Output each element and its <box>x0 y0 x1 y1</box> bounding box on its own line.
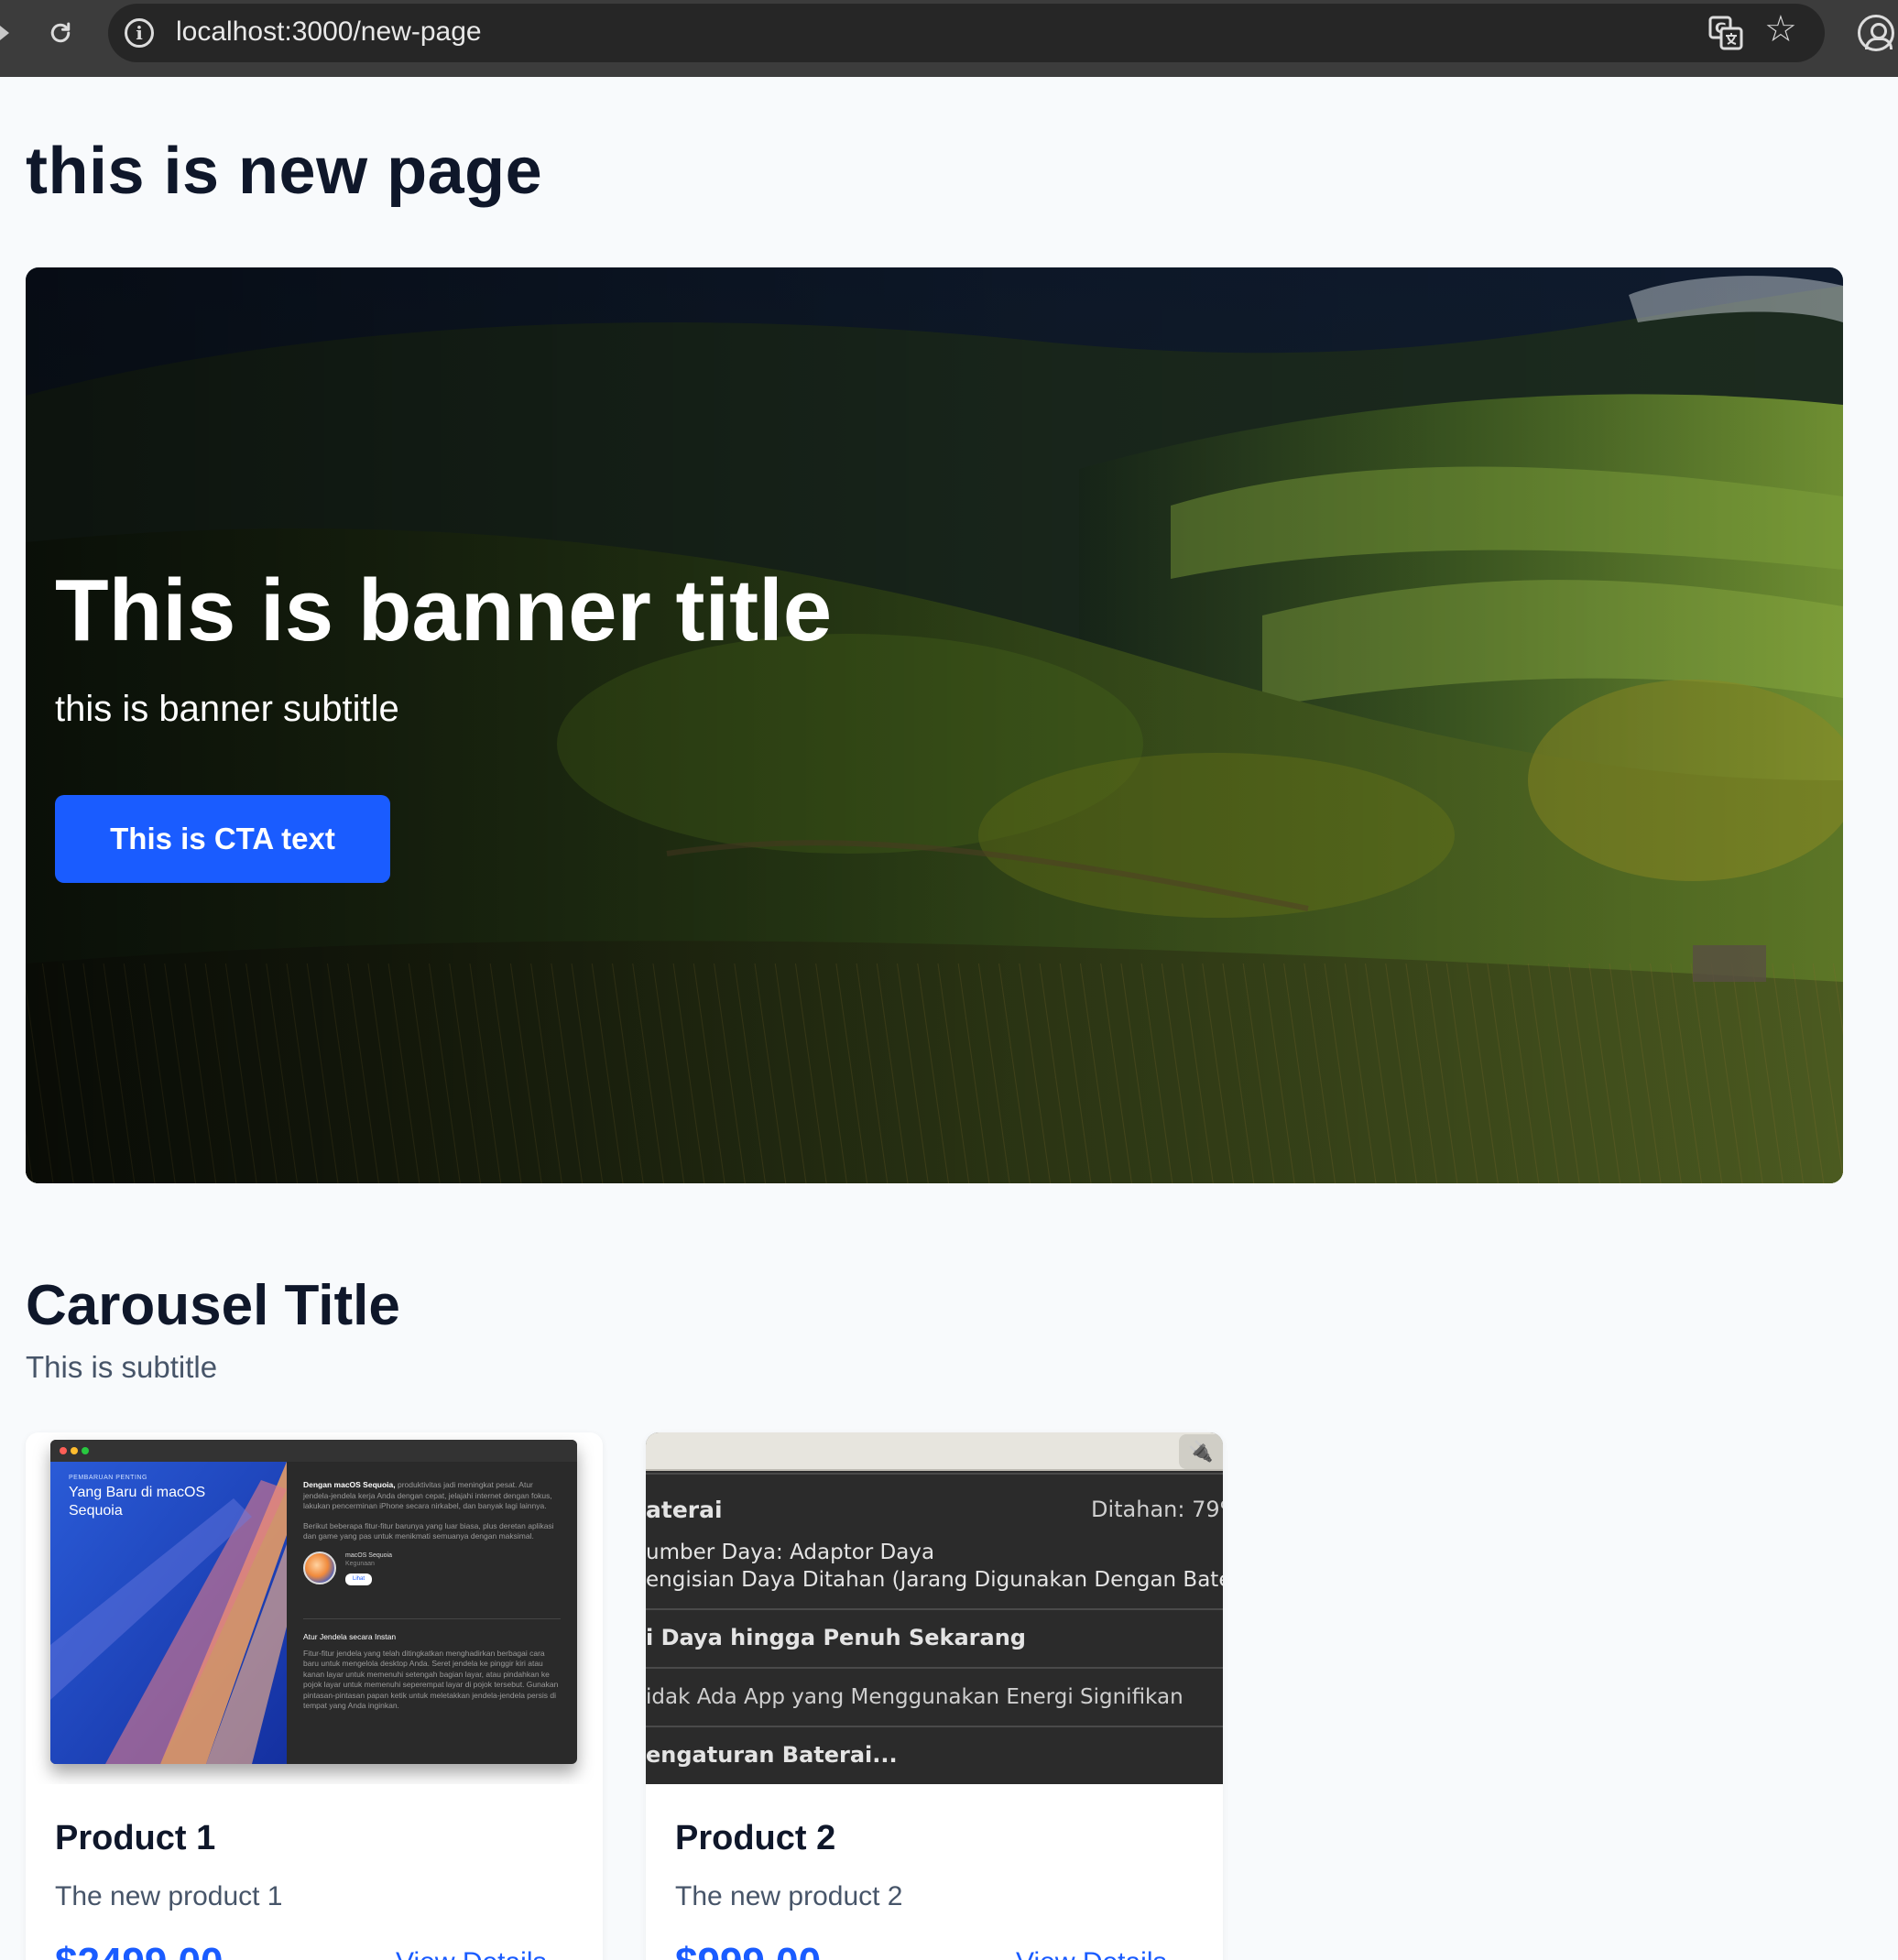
article-text: Dengan macOS Sequoia, produktivitas jadi… <box>287 1462 577 1764</box>
image-kicker: PEMBARUAN PENTING <box>69 1475 147 1481</box>
battery-label: aterai <box>646 1497 723 1523</box>
url-text[interactable]: localhost:3000/new-page <box>176 16 482 48</box>
zoom-dot-icon <box>82 1447 89 1454</box>
product-2-image: 🔌 aterai Ditahan: 79% umber Daya: Adapto… <box>646 1432 1223 1784</box>
page-title: this is new page <box>26 135 543 208</box>
app-sub: Kegunaan <box>345 1560 375 1567</box>
product-name: Product 2 <box>675 1819 836 1857</box>
section-text: Fitur-fitur jendela yang telah ditingkat… <box>303 1648 559 1711</box>
carousel-subtitle: This is subtitle <box>26 1350 218 1384</box>
product-card-1[interactable]: PEMBARUAN PENTING Yang Baru di macOS Seq… <box>26 1432 603 1960</box>
info-icon[interactable]: i <box>125 18 154 48</box>
held-label: Ditahan: 79% <box>1091 1497 1223 1522</box>
hero-banner: This is banner title this is banner subt… <box>26 267 1843 1183</box>
charge-full-line: i Daya hingga Penuh Sekarang <box>646 1625 1026 1650</box>
star-icon[interactable]: ☆ <box>1764 11 1797 48</box>
battery-menu-screenshot: 🔌 aterai Ditahan: 79% umber Daya: Adapto… <box>646 1432 1223 1784</box>
menu-bar <box>646 1432 1223 1471</box>
product-card-2[interactable]: 🔌 aterai Ditahan: 79% umber Daya: Adapto… <box>646 1432 1223 1960</box>
product-price: $2499.00 <box>55 1940 224 1960</box>
cta-button[interactable]: This is CTA text <box>55 795 390 883</box>
app-button: Lihat <box>345 1573 373 1585</box>
view-details-link[interactable]: View Details <box>1016 1947 1167 1960</box>
sequoia-wallpaper: PEMBARUAN PENTING Yang Baru di macOS Seq… <box>50 1462 287 1764</box>
carousel-title: Carousel Title <box>26 1274 400 1337</box>
window-titlebar <box>50 1440 577 1462</box>
product-description: The new product 1 <box>55 1881 283 1911</box>
energy-apps-line: idak Ada App yang Menggunakan Energi Sig… <box>646 1685 1184 1709</box>
plug-icon: 🔌 <box>1179 1434 1223 1469</box>
profile-icon[interactable] <box>1858 15 1894 51</box>
macos-window-screenshot: PEMBARUAN PENTING Yang Baru di macOS Seq… <box>50 1440 577 1764</box>
power-source-line: umber Daya: Adaptor Daya <box>646 1541 935 1564</box>
separator <box>646 1667 1223 1669</box>
divider <box>303 1618 561 1619</box>
separator <box>646 1608 1223 1610</box>
separator <box>646 1726 1223 1727</box>
close-dot-icon <box>60 1447 67 1454</box>
product-price: $999.00 <box>675 1940 821 1960</box>
banner-subtitle: this is banner subtitle <box>55 689 399 729</box>
para-2: Berikut beberapa fitur-fitur barunya yan… <box>303 1520 554 1541</box>
minimize-dot-icon <box>71 1447 78 1454</box>
view-details-link[interactable]: View Details <box>396 1947 547 1960</box>
translate-icon[interactable]: G <box>1707 15 1744 51</box>
charging-held-line: engisian Daya Ditahan (Jarang Digunakan … <box>646 1568 1223 1592</box>
banner-title: This is banner title <box>55 561 833 659</box>
section-title: Atur Jendela secara Instan <box>303 1632 397 1641</box>
product-description: The new product 2 <box>675 1881 903 1911</box>
back-arrow-icon[interactable] <box>0 26 9 40</box>
macos-sequoia-icon <box>303 1552 336 1585</box>
separator <box>646 1473 1223 1475</box>
product-1-image: PEMBARUAN PENTING Yang Baru di macOS Seq… <box>26 1432 603 1784</box>
battery-settings-line: engaturan Baterai... <box>646 1742 898 1768</box>
reload-icon[interactable] <box>44 16 77 49</box>
browser-toolbar: i localhost:3000/new-page G ☆ <box>0 0 1898 77</box>
app-name: macOS Sequoia <box>345 1552 392 1559</box>
product-name: Product 1 <box>55 1819 216 1857</box>
image-title: Yang Baru di macOS Sequoia <box>69 1485 206 1519</box>
lead-bold: Dengan macOS Sequoia, <box>303 1480 396 1489</box>
